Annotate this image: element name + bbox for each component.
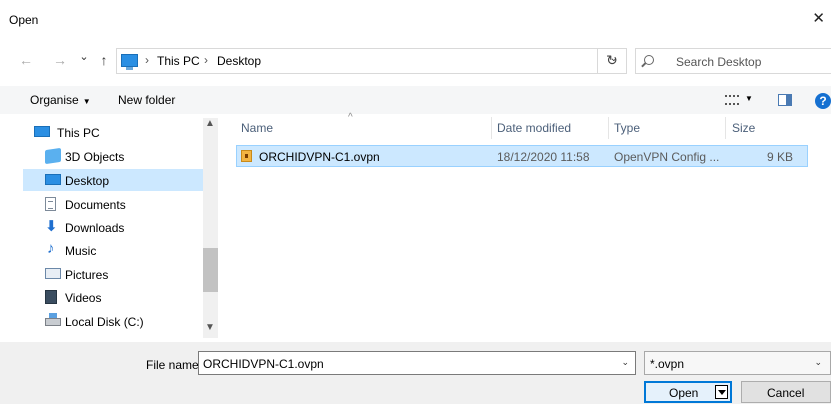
videos-icon (45, 290, 57, 304)
nav-item-3d-objects[interactable]: 3D Objects (23, 145, 218, 167)
back-arrow-icon[interactable]: ← (18, 52, 34, 68)
breadcrumb-separator: › (145, 53, 149, 67)
dialog-footer: File name: ORCHIDVPN-C1.ovpn ⌄ *.ovpn ⌄ … (0, 342, 831, 404)
nav-item-videos[interactable]: Videos (23, 286, 218, 308)
organise-caret-icon: ▼ (82, 97, 91, 106)
breadcrumb-separator: › (204, 53, 208, 67)
file-name: ORCHIDVPN-C1.ovpn (259, 150, 380, 164)
file-name-value: ORCHIDVPN-C1.ovpn (203, 357, 324, 371)
nav-item-local-disk[interactable]: Local Disk (C:) (23, 310, 218, 332)
file-type-filter-select[interactable]: *.ovpn ⌄ (644, 351, 831, 375)
change-view-icon[interactable] (725, 95, 739, 105)
column-header-size[interactable]: Size (732, 121, 755, 135)
nav-item-label: 3D Objects (65, 150, 125, 164)
help-icon[interactable]: ? (815, 93, 831, 109)
new-folder-button[interactable]: New folder (118, 93, 175, 107)
pictures-icon (45, 268, 61, 279)
file-size: 9 KB (767, 150, 794, 164)
column-divider[interactable] (725, 117, 726, 139)
nav-item-music[interactable]: ♪ Music (23, 239, 218, 261)
open-button[interactable]: Open (644, 381, 732, 403)
column-divider[interactable] (608, 117, 609, 139)
breadcrumb-this-pc[interactable]: This PC (157, 54, 200, 68)
file-type: OpenVPN Config ... (614, 150, 720, 164)
this-pc-icon (121, 54, 138, 70)
nav-item-pictures[interactable]: Pictures (23, 263, 218, 285)
open-options-dropdown-icon[interactable] (715, 385, 728, 399)
nav-item-label: Music (65, 244, 97, 258)
3d-objects-icon (45, 147, 61, 165)
cancel-button[interactable]: Cancel (741, 381, 831, 403)
navigation-scrollbar[interactable]: ▲ ▼ (203, 118, 218, 338)
downloads-icon: ⬇ (45, 218, 58, 235)
organise-button[interactable]: Organise ▼ (30, 93, 91, 107)
documents-icon (45, 197, 56, 211)
file-type-filter-value: *.ovpn (650, 357, 685, 371)
command-toolbar: Organise ▼ New folder ▼ ? (0, 86, 831, 114)
cancel-button-label: Cancel (767, 386, 805, 400)
recent-locations-chevron-icon[interactable]: ⌄ (76, 50, 92, 63)
open-button-label: Open (669, 386, 699, 400)
scroll-up-icon[interactable]: ▲ (205, 118, 215, 129)
filter-dropdown-icon: ⌄ (814, 357, 822, 367)
breadcrumb-desktop[interactable]: Desktop (217, 54, 261, 68)
column-divider[interactable] (491, 117, 492, 139)
search-icon (644, 55, 654, 65)
local-disk-icon (45, 313, 61, 326)
column-header-type[interactable]: Type (614, 121, 640, 135)
forward-arrow-icon[interactable]: → (52, 52, 68, 68)
nav-item-label: Pictures (65, 268, 109, 282)
nav-item-label: Documents (65, 198, 126, 212)
ovpn-file-icon (241, 150, 252, 162)
file-name-input[interactable]: ORCHIDVPN-C1.ovpn ⌄ (198, 351, 636, 375)
column-header-name[interactable]: Name (241, 121, 273, 135)
refresh-icon[interactable]: ↻ (597, 48, 626, 74)
organise-label: Organise (30, 93, 79, 107)
title-bar: Open ✕ (0, 0, 831, 36)
nav-item-downloads[interactable]: ⬇ Downloads (23, 216, 218, 238)
file-date-modified: 18/12/2020 11:58 (497, 150, 590, 164)
column-header-date-modified[interactable]: Date modified (497, 121, 571, 135)
nav-item-label: Downloads (65, 221, 125, 235)
up-arrow-icon[interactable]: ↑ (96, 52, 112, 68)
nav-item-this-pc[interactable]: This PC (23, 121, 218, 143)
file-name-dropdown-icon[interactable]: ⌄ (621, 357, 629, 368)
preview-pane-icon[interactable] (778, 94, 792, 106)
view-options-caret-icon[interactable]: ▼ (745, 94, 753, 103)
file-name-label: File name: (146, 358, 203, 372)
nav-item-desktop[interactable]: Desktop (23, 169, 203, 191)
file-row[interactable]: ORCHIDVPN-C1.ovpn 18/12/2020 11:58 OpenV… (236, 145, 808, 167)
nav-item-documents[interactable]: Documents (23, 193, 218, 215)
scrollbar-thumb[interactable] (203, 248, 218, 292)
nav-item-label: Local Disk (C:) (65, 315, 144, 329)
address-bar[interactable]: › This PC › Desktop ⌄ (116, 48, 627, 74)
sort-ascending-icon: ^ (348, 112, 353, 123)
nav-item-label: This PC (57, 126, 100, 140)
window-title: Open (9, 13, 39, 27)
navigation-pane: This PC 3D Objects Desktop Documents ⬇ D… (23, 118, 218, 338)
search-placeholder: Search Desktop (676, 55, 762, 69)
file-list: ^ Name Date modified Type Size ORCHIDVPN… (222, 112, 831, 338)
desktop-icon (45, 174, 61, 185)
search-input[interactable]: Search Desktop (635, 48, 831, 74)
scroll-down-icon[interactable]: ▼ (205, 322, 215, 333)
nav-item-label: Desktop (65, 174, 110, 188)
music-icon: ♪ (47, 240, 55, 257)
close-icon[interactable]: ✕ (812, 9, 825, 27)
nav-item-label: Videos (65, 291, 102, 305)
this-pc-icon (34, 126, 50, 137)
